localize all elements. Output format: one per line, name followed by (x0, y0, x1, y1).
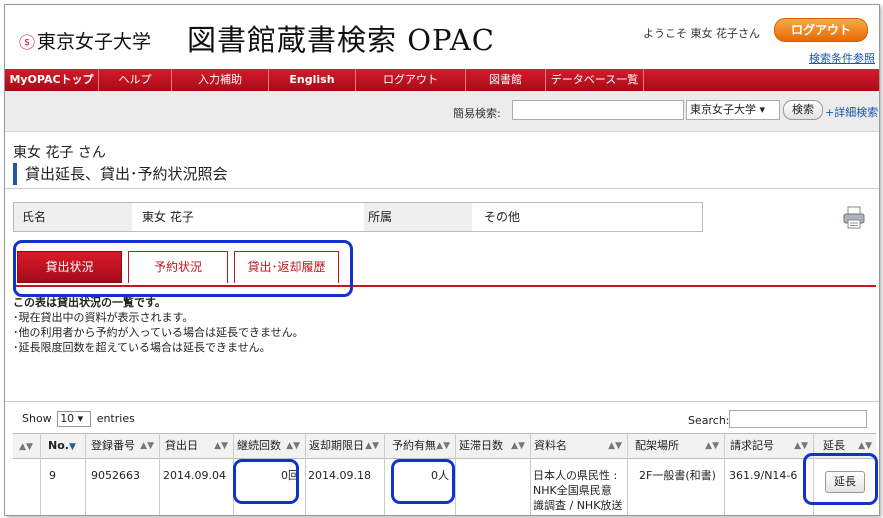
nav-input-assist[interactable]: 入力補助 (172, 69, 269, 91)
table-search-input[interactable] (729, 410, 867, 428)
column-header-reservations[interactable]: 予約有無 ▲▼ (384, 434, 454, 458)
welcome-text: ようこそ 東女 花子さん (643, 27, 760, 40)
affiliation-value: その他 (484, 210, 521, 224)
note-line: ･他の利用者から予約が入っている場合は延長できません。 (13, 326, 304, 339)
university-logo[interactable]: ⓢ 東京女子大学 (19, 27, 151, 54)
table-header: ▲▼ No.▼ 登録番号 ▲▼ 貸出日 ▲▼ 継続回数 ▲▼ 返却期限日 ▲▼ 予約有無… (13, 433, 876, 459)
cell-loan-date: 2014.09.04 (163, 469, 226, 482)
sort-icon: ▲▼ (436, 441, 450, 451)
nav-library[interactable]: 図書館 (466, 69, 546, 91)
search-button[interactable]: 検索 (783, 100, 823, 120)
search-scope-select[interactable]: 東京女子大学 ▾ (686, 100, 780, 120)
column-header-select[interactable]: ▲▼ (13, 434, 39, 458)
annotation-renewals-highlight (233, 459, 299, 504)
column-header-reg-no[interactable]: 登録番号 ▲▼ (85, 434, 158, 458)
print-icon[interactable] (843, 206, 865, 230)
sort-icon: ▲▼ (214, 441, 228, 451)
opac-window: ⓢ 東京女子大学 図書館蔵書検索 OPAC ようこそ 東女 花子さん ログアウト … (4, 4, 880, 516)
divider (5, 401, 879, 402)
search-conditions-link[interactable]: 検索条件参照 (809, 50, 875, 66)
column-header-due-date[interactable]: 返却期限日 ▲▼ (305, 434, 383, 458)
sort-icon: ▲▼ (608, 441, 622, 451)
note-line: ･延長限度回数を超えている場合は延長できません。 (13, 341, 271, 354)
cell-due-date: 2014.09.18 (308, 469, 371, 482)
column-header-no[interactable]: No.▼ (40, 434, 84, 458)
affiliation-label: 所属 (364, 203, 472, 231)
annotation-extend-highlight (803, 453, 878, 505)
page-title: 貸出延長、貸出･予約状況照会 (13, 163, 228, 185)
sort-icon: ▲▼ (705, 441, 719, 451)
note-line: この表は貸出状況の一覧です。 (13, 296, 166, 309)
column-header-overdue[interactable]: 延滞日数 ▲▼ (455, 434, 529, 458)
quick-search-bar: 簡易検索: 東京女子大学 ▾ 検索 +詳細検索 (5, 91, 879, 132)
logout-button[interactable]: ログアウト (774, 18, 868, 42)
advanced-search-link[interactable]: +詳細検索 (825, 104, 878, 120)
page-header-title: 図書館蔵書検索 OPAC (187, 23, 495, 57)
title-line: 日本人の県民性 : (533, 469, 618, 482)
entries-control: Show 10 ▾ entries (22, 411, 135, 427)
title-line: NHK全国県民意 (533, 484, 612, 497)
sort-desc-icon: ▼ (68, 442, 76, 452)
cell-call-no: 361.9/N14-6 (729, 469, 798, 482)
annotation-reservations-highlight (391, 459, 455, 504)
table-search-label: Search: (688, 414, 730, 427)
annotation-tabs-highlight (13, 240, 353, 297)
sort-icon: ▲▼ (140, 441, 154, 451)
entries-select[interactable]: 10 ▾ (57, 411, 92, 427)
column-header-call-no[interactable]: 請求記号 ▲▼ (724, 434, 812, 458)
nav-help[interactable]: ヘルプ (99, 69, 172, 91)
cell-title[interactable]: 日本人の県民性 : NHK全国県民意 識調査 / NHK放送 (533, 468, 627, 515)
column-header-renewals[interactable]: 継続回数 ▲▼ (233, 434, 304, 458)
divider (5, 188, 879, 189)
main-nav: MyOPACトップ ヘルプ 入力補助 English ログアウト 図書館 データ… (5, 69, 879, 91)
nav-english[interactable]: English (269, 69, 356, 91)
cell-location: 2F一般書(和書) (639, 469, 716, 482)
name-label: 氏名 (14, 203, 132, 231)
column-header-loan-date[interactable]: 貸出日 ▲▼ (159, 434, 232, 458)
sort-icon: ▲▼ (511, 441, 525, 451)
nav-database-list[interactable]: データベース一覧 (546, 69, 644, 91)
notes-block: この表は貸出状況の一覧です。 ･現在貸出中の資料が表示されます。 ･他の利用者か… (13, 295, 304, 355)
sort-icon: ▲▼ (19, 442, 33, 452)
university-mark-icon: ⓢ (19, 33, 36, 52)
entries-label: entries (96, 412, 135, 425)
title-line: 識調査 / NHK放送 (533, 499, 623, 512)
show-label: Show (22, 412, 52, 425)
sort-icon: ▲▼ (286, 441, 300, 451)
name-value: 東女 花子 (142, 210, 194, 224)
quick-search-input[interactable] (512, 100, 684, 120)
cell-no: 9 (49, 469, 56, 482)
university-name: 東京女子大学 (37, 31, 152, 53)
user-info-table: 氏名 東女 花子 所属 その他 (13, 202, 703, 232)
cell-reg-no: 9052663 (91, 469, 140, 482)
sort-icon: ▲▼ (365, 441, 379, 451)
note-line: ･現在貸出中の資料が表示されます。 (13, 311, 194, 324)
user-name: 東女 花子 さん (13, 145, 106, 161)
nav-myopac-top[interactable]: MyOPACトップ (5, 69, 99, 91)
column-header-location[interactable]: 配架場所 ▲▼ (627, 434, 723, 458)
column-header-title[interactable]: 資料名 ▲▼ (530, 434, 626, 458)
nav-logout[interactable]: ログアウト (356, 69, 466, 91)
quick-search-label: 簡易検索: (453, 107, 501, 120)
